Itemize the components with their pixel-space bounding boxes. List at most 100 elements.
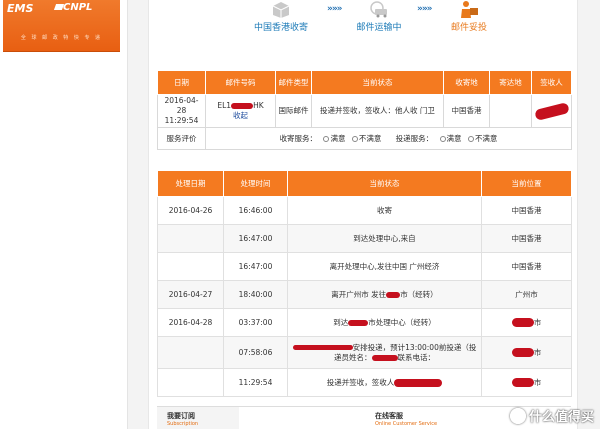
bottom-links: 我要订阅 Subscription 在线客服 Online Customer S… — [157, 406, 571, 429]
tracking-location: 中国香港 — [481, 196, 572, 225]
online-service-title: 在线客服 — [375, 412, 403, 420]
collect-satisfied-radio[interactable] — [323, 135, 330, 142]
summary-mail-no-cell: EL1 HK 收起 — [205, 94, 276, 128]
tracking-date: 2016-04-28 — [157, 308, 224, 337]
header-current-location: 当前位置 — [481, 170, 572, 197]
ems-banner[interactable]: EMS CNPL 全 球 邮 政 特 快 专 递 — [3, 0, 120, 52]
tracking-row: 11:29:54 投递并签收，签收人 市 — [157, 368, 572, 397]
collapse-link[interactable]: 收起 — [233, 111, 248, 120]
watermark-text: 什么值得买 — [528, 410, 594, 425]
tracking-location: 中国香港 — [481, 224, 572, 253]
redaction-mark — [386, 291, 401, 298]
tracking-location-cell: 市 — [481, 336, 572, 369]
deliver-satisfied-radio[interactable] — [439, 135, 446, 142]
tracking-status-cell: 离开广州市 发往 市（经转） — [287, 280, 482, 309]
redaction-mark — [533, 101, 570, 121]
header-mail-no: 邮件号码 — [205, 70, 276, 95]
tracking-card: 中国香港收寄 »»» 邮件运输中 »»» 邮件妥投 日期 邮件号码 邮件类型 当… — [148, 0, 578, 429]
cnpl-logo: CNPL — [63, 2, 93, 13]
tracking-status-cont: 市（经转） — [400, 289, 438, 299]
tracking-table: 处理日期 处理时间 当前状态 当前位置 2016-04-26 16:46:00 … — [157, 170, 572, 397]
redaction-mark — [511, 318, 534, 327]
header-origin: 收寄地 — [443, 70, 490, 95]
tracking-row: 16:47:00 离开处理中心,发往中国 广州经济 中国香港 — [157, 252, 572, 281]
tracking-time: 18:40:00 — [223, 280, 288, 309]
redaction-mark — [511, 348, 534, 357]
header-mail-type: 邮件类型 — [275, 70, 312, 95]
tracking-date — [157, 336, 224, 369]
summary-row: 2016-04-28 11:29:54 EL1 HK 收起 国际邮件 投递并签收，… — [157, 94, 572, 128]
main-column: 中国香港收寄 »»» 邮件运输中 »»» 邮件妥投 日期 邮件号码 邮件类型 当… — [132, 0, 600, 429]
tracking-status: 收寄 — [287, 196, 482, 225]
delivery-person-icon — [461, 1, 478, 18]
tracking-location: 市 — [533, 347, 542, 357]
collect-service-label: 收寄服务： — [279, 133, 318, 143]
progress-arrow: »»» — [417, 4, 432, 14]
rating-controls: 收寄服务： 满意 不满意 投递服务： 满意 不满意 — [205, 127, 572, 150]
tracking-row: 2016-04-26 16:46:00 收寄 中国香港 — [157, 196, 572, 225]
tracking-status: 到达处理中心,来自 — [287, 224, 482, 253]
tracking-status-cell: 安排投递，预计13:00:00前投递（投递员姓名： 联系电话： — [287, 336, 482, 369]
summary-signer-cell — [531, 94, 572, 128]
tracking-date — [157, 368, 224, 397]
tracking-row: 07:58:06 安排投递，预计13:00:00前投递（投递员姓名： 联系电话： … — [157, 336, 572, 369]
tracking-time: 03:37:00 — [223, 308, 288, 337]
watermark-icon — [509, 408, 526, 424]
tracking-date: 2016-04-26 — [157, 196, 224, 225]
step-label: 邮件运输中 — [356, 23, 402, 33]
summary-table: 日期 邮件号码 邮件类型 当前状态 收寄地 寄达地 签收人 2016-04-28… — [157, 70, 572, 150]
redaction-mark — [394, 378, 443, 387]
subscribe-link[interactable]: 我要订阅 Subscription — [157, 407, 239, 429]
tracking-time: 07:58:06 — [223, 336, 288, 369]
mail-number-suffix: HK — [253, 101, 264, 110]
header-date: 日期 — [157, 70, 206, 95]
tracking-location: 市 — [533, 377, 542, 387]
delivery-progress: 中国香港收寄 »»» 邮件运输中 »»» 邮件妥投 — [149, 0, 579, 60]
step-label: 邮件妥投 — [450, 23, 487, 33]
tracking-status: 离开广州市 发往 — [331, 289, 387, 299]
summary-date: 2016-04-28 11:29:54 — [157, 94, 206, 128]
tracking-status: 离开处理中心,发往中国 广州经济 — [287, 252, 482, 281]
header-current-status: 当前状态 — [287, 170, 482, 197]
tracking-status-cont: 市处理中心（经转） — [368, 317, 436, 327]
tracking-time: 16:46:00 — [223, 196, 288, 225]
summary-origin: 中国香港 — [443, 94, 490, 128]
tracking-location: 市 — [533, 317, 542, 327]
collect-satisfied-label: 满意 — [330, 133, 346, 143]
rating-label: 服务评价 — [157, 127, 206, 150]
tracking-location: 广州市 — [481, 280, 572, 309]
tracking-location-cell: 市 — [481, 368, 572, 397]
tracking-row: 2016-04-27 18:40:00 离开广州市 发往 市（经转） 广州市 — [157, 280, 572, 309]
mail-number: EL1 — [217, 101, 232, 110]
tracking-row: 16:47:00 到达处理中心,来自 中国香港 — [157, 224, 572, 253]
summary-header-row: 日期 邮件号码 邮件类型 当前状态 收寄地 寄达地 签收人 — [157, 70, 572, 95]
left-sidebar: EMS CNPL 全 球 邮 政 特 快 专 递 — [0, 0, 128, 429]
header-dest: 寄达地 — [489, 70, 532, 95]
ems-logo: EMS — [7, 2, 34, 15]
tracking-time: 16:47:00 — [223, 224, 288, 253]
collect-unsatisfied-label: 不满意 — [358, 133, 382, 143]
header-signer: 签收人 — [531, 70, 572, 95]
subscribe-subtitle: Subscription — [167, 421, 199, 427]
tracking-time: 11:29:54 — [223, 368, 288, 397]
subscribe-title: 我要订阅 — [167, 412, 195, 420]
redaction-mark — [348, 319, 369, 326]
summary-dest — [489, 94, 532, 128]
tracking-row: 2016-04-28 03:37:00 到达 市处理中心（经转） 市 — [157, 308, 572, 337]
online-service-link[interactable]: 在线客服 Online Customer Service — [375, 407, 465, 429]
deliver-satisfied-label: 满意 — [446, 133, 462, 143]
tracking-status: 到达 — [333, 317, 349, 327]
tracking-date — [157, 252, 224, 281]
progress-arrow: »»» — [327, 4, 342, 14]
header-process-time: 处理时间 — [223, 170, 288, 197]
tracking-location-cell: 市 — [481, 308, 572, 337]
header-status: 当前状态 — [311, 70, 444, 95]
deliver-unsatisfied-radio[interactable] — [467, 135, 474, 142]
summary-status: 投递并签收，签收人：他人收 门卫 — [311, 94, 444, 128]
page-root: { "brand": { "ems": "EMS", "cnp": "CNPL"… — [0, 0, 600, 429]
redaction-mark — [371, 354, 398, 361]
header-process-date: 处理日期 — [157, 170, 224, 197]
truck-icon — [370, 1, 387, 18]
collect-unsatisfied-radio[interactable] — [351, 135, 358, 142]
redaction-mark — [231, 103, 254, 109]
